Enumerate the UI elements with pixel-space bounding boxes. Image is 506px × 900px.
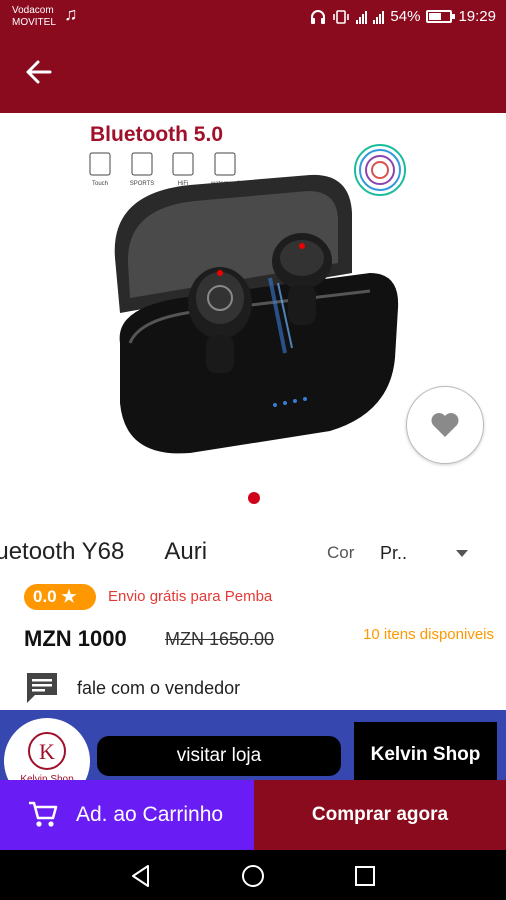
carrier-info: Vodacom MOVITEL <box>12 5 56 29</box>
product-title-text: Bluetooth Y68Auri <box>0 538 208 565</box>
heart-icon <box>431 413 459 437</box>
old-price: MZN 1650.00 <box>165 629 275 649</box>
signal-icon <box>356 10 368 24</box>
carrier-network: MOVITEL <box>12 17 56 28</box>
music-note-icon: ♫ <box>64 4 78 24</box>
status-bar: Vodacom MOVITEL ♫ 54% 19:29 <box>0 0 506 36</box>
headphones-icon <box>311 9 326 24</box>
visit-store-button[interactable]: visitar loja <box>97 736 341 776</box>
feature-label: SPORTS <box>130 181 155 187</box>
battery-percent: 54% <box>390 8 421 25</box>
color-label: Cor <box>327 543 355 562</box>
shop-name[interactable]: Kelvin Shop <box>354 722 497 780</box>
arrow-back-icon <box>26 60 52 84</box>
battery-icon <box>426 10 456 23</box>
stock-available: 10 itens disponiveis <box>363 626 494 643</box>
product-detail-screen: Vodacom MOVITEL ♫ 54% 19:29 Bluetooth 5.… <box>0 0 506 900</box>
shop-logo-letter: K <box>39 739 55 764</box>
color-dropdown[interactable]: Pr.. <box>380 538 476 568</box>
vibrate-icon <box>333 9 350 24</box>
nav-recents-icon[interactable] <box>352 863 378 889</box>
carrier-name: Vodacom <box>12 5 54 16</box>
price: MZN 1000 <box>24 626 127 651</box>
cart-icon <box>29 801 58 827</box>
feature-icons: Touch SPORTS HiFi waterproof <box>89 152 240 187</box>
feature-label: Touch <box>92 181 108 187</box>
rating-badge: 0.0 ★ <box>24 584 96 610</box>
nav-back-icon[interactable] <box>128 863 154 889</box>
chat-label: fale com o vendedor <box>77 677 241 698</box>
back-button[interactable] <box>24 58 56 90</box>
shipping-info: Envio grátis para Pemba <box>108 588 273 605</box>
add-to-cart-label: Ad. ao Carrinho <box>76 803 224 826</box>
carousel-indicator[interactable] <box>248 492 260 504</box>
nav-home-icon[interactable] <box>240 863 266 889</box>
add-to-cart-button[interactable]: Ad. ao Carrinho <box>0 780 254 850</box>
earbuds-illustration: Bluetooth 5.0 Touch SPORTS HiFi waterpro… <box>89 123 406 454</box>
fingerprint-icon <box>354 144 406 196</box>
favorite-button[interactable] <box>406 386 484 464</box>
signal-icon-2 <box>373 10 385 24</box>
chevron-down-icon <box>456 550 468 557</box>
app-bar: Vodacom MOVITEL ♫ 54% 19:29 <box>0 0 506 113</box>
chat-with-seller[interactable]: fale com o vendedor <box>24 668 324 708</box>
chat-icon <box>27 673 57 703</box>
status-icons: 54% 19:29 <box>310 8 496 25</box>
buy-now-button[interactable]: Comprar agora <box>254 780 506 850</box>
system-nav-bar <box>0 850 506 900</box>
product-image[interactable]: Bluetooth 5.0 Touch SPORTS HiFi waterpro… <box>70 113 440 468</box>
product-title: Bluetooth Y68Auri <box>0 532 310 572</box>
image-caption: Bluetooth 5.0 <box>90 123 223 146</box>
title-row: Bluetooth Y68Auri Cor Pr.. <box>0 532 506 572</box>
color-selected-value: Pr.. <box>380 543 408 563</box>
status-time: 19:29 <box>458 8 496 25</box>
